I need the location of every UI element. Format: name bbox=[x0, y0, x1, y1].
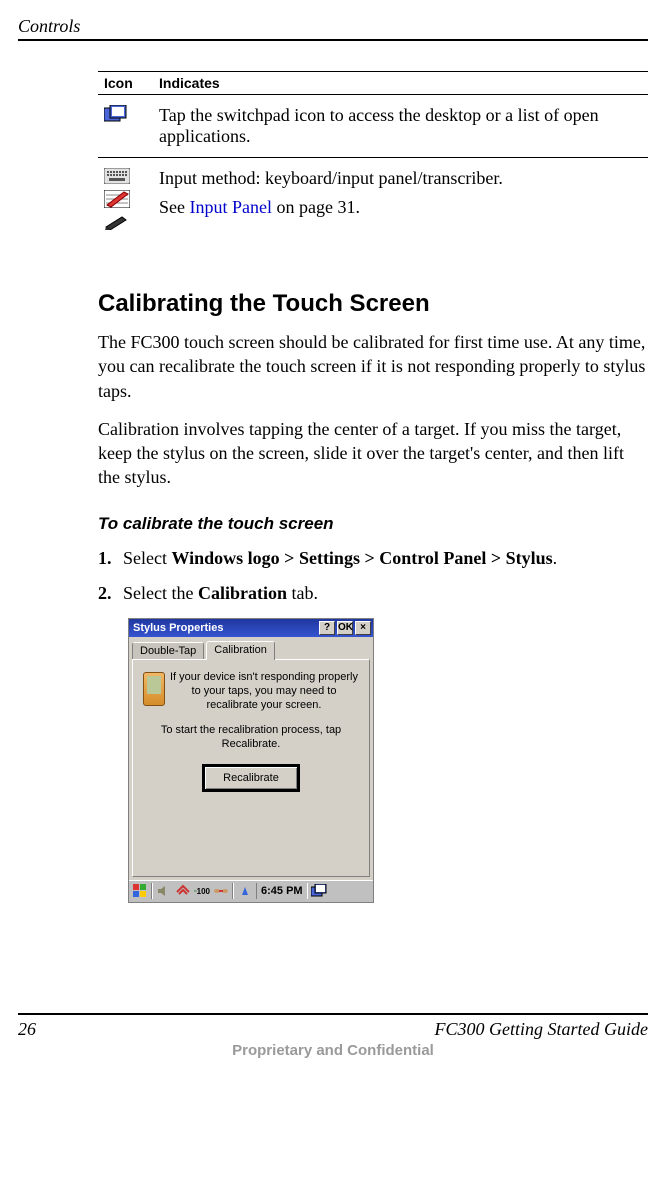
tab-double-tap[interactable]: Double-Tap bbox=[132, 642, 204, 659]
connection-icon[interactable] bbox=[213, 883, 229, 899]
footer-row: 26 FC300 Getting Started Guide bbox=[18, 1019, 648, 1040]
input-panel-link[interactable]: Input Panel bbox=[190, 197, 273, 217]
keyboard-icon bbox=[104, 168, 130, 184]
ok-button[interactable]: OK bbox=[337, 621, 353, 635]
pencil-icon bbox=[104, 214, 130, 230]
icon-indicates-table: Icon Indicates Tap bbox=[98, 71, 648, 240]
battery-icon[interactable]: 100 bbox=[194, 883, 210, 899]
network-icon[interactable] bbox=[175, 883, 191, 899]
col-header-icon: Icon bbox=[98, 72, 153, 95]
step-1: 1.Select Windows logo > Settings > Contr… bbox=[98, 548, 648, 569]
tab-calibration[interactable]: Calibration bbox=[206, 641, 275, 660]
windows-start-icon[interactable] bbox=[132, 883, 148, 899]
procedure-title: To calibrate the touch screen bbox=[98, 514, 648, 534]
paragraph: Calibration involves tapping the center … bbox=[98, 417, 648, 490]
panel-text-1: If your device isn't responding properly… bbox=[169, 670, 359, 713]
input-panel-icon bbox=[104, 190, 130, 208]
table-row: Input method: keyboard/input panel/trans… bbox=[98, 158, 648, 241]
row2-text-line1: Input method: keyboard/input panel/trans… bbox=[159, 168, 642, 189]
footer-rule bbox=[18, 1013, 648, 1015]
arrow-icon[interactable] bbox=[237, 883, 253, 899]
recalibrate-button[interactable]: Recalibrate bbox=[203, 765, 299, 791]
panel-text-2: To start the recalibration process, tap … bbox=[143, 723, 359, 752]
dialog-titlebar: Stylus Properties ? OK × bbox=[129, 619, 373, 637]
help-button[interactable]: ? bbox=[319, 621, 335, 635]
header-rule bbox=[18, 39, 648, 41]
stylus-properties-dialog: Stylus Properties ? OK × Double-Tap Cali… bbox=[128, 618, 374, 903]
desktop-switch-icon[interactable] bbox=[311, 883, 327, 899]
page-number: 26 bbox=[18, 1019, 36, 1040]
taskbar-clock[interactable]: 6:45 PM bbox=[256, 883, 308, 899]
switchpad-icon bbox=[104, 105, 147, 125]
section-title: Calibrating the Touch Screen bbox=[98, 290, 648, 318]
taskbar: 100 6:45 PM bbox=[129, 880, 373, 902]
tab-panel-calibration: If your device isn't responding properly… bbox=[132, 659, 370, 877]
paragraph: The FC300 touch screen should be calibra… bbox=[98, 330, 648, 403]
col-header-indicates: Indicates bbox=[153, 72, 648, 95]
device-icon bbox=[143, 672, 165, 706]
close-button[interactable]: × bbox=[355, 621, 371, 635]
step-2: 2.Select the Calibration tab. bbox=[98, 583, 648, 604]
guide-title: FC300 Getting Started Guide bbox=[435, 1019, 648, 1040]
row1-text: Tap the switchpad icon to access the des… bbox=[153, 95, 648, 158]
sound-icon[interactable] bbox=[156, 883, 172, 899]
confidential-notice: Proprietary and Confidential bbox=[18, 1042, 648, 1059]
row2-text-line2: See Input Panel on page 31. bbox=[159, 197, 642, 218]
table-row: Tap the switchpad icon to access the des… bbox=[98, 95, 648, 158]
running-header: Controls bbox=[18, 16, 648, 37]
dialog-title: Stylus Properties bbox=[133, 622, 317, 634]
